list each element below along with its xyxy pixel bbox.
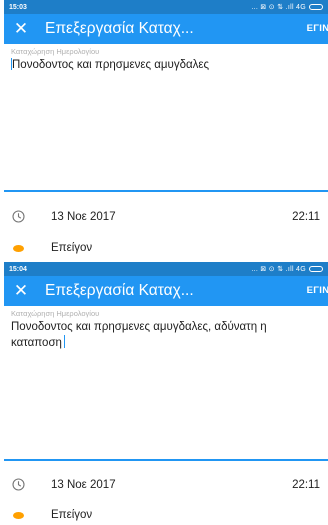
priority-label: Επείγον <box>51 242 93 254</box>
date-time-row: 13 Νοε 2017 22:11 <box>4 478 328 491</box>
entry-input[interactable]: Πονοδοντος και πρησμενες αμυγδαλες, αδύν… <box>4 318 328 351</box>
app-bar: ✕ Επεξεργασία Καταχ... ΕΓΙΝΕ <box>4 276 328 306</box>
status-time: 15:04 <box>9 265 27 273</box>
priority-row[interactable]: Επείγον <box>4 509 328 521</box>
app-bar: ✕ Επεξεργασία Καταχ... ΕΓΙΝΕ <box>4 14 328 44</box>
done-button[interactable]: ΕΓΙΝΕ <box>307 14 328 44</box>
clock-icon <box>4 478 32 491</box>
close-icon[interactable]: ✕ <box>4 276 38 306</box>
entry-field-label: Καταχώρηση Ημερολογίου <box>11 309 100 318</box>
clock-icon <box>4 210 32 223</box>
edit-form: Καταχώρηση Ημερολογίου Πονοδοντος και πρ… <box>4 306 328 525</box>
done-button[interactable]: ΕΓΙΝΕ <box>307 276 328 306</box>
status-indicator-icons: ... ⊠ ⊙ ⇅ .ıll 4G <box>251 4 306 11</box>
text-cursor <box>63 335 66 348</box>
edit-form: Καταχώρηση Ημερολογίου Πονοδοντος και πρ… <box>4 44 328 262</box>
page-title: Επεξεργασία Καταχ... <box>45 20 194 37</box>
entry-input[interactable]: Πονοδοντος και πρησμενες αμυγδαλες <box>4 56 328 73</box>
status-icons: ... ⊠ ⊙ ⇅ .ıll 4G <box>251 3 323 11</box>
screenshot-frame-1: 15:03 ... ⊠ ⊙ ⇅ .ıll 4G ✕ Επεξεργασία Κα… <box>4 0 328 262</box>
priority-dot-icon <box>4 511 32 519</box>
status-indicator-icons: ... ⊠ ⊙ ⇅ .ıll 4G <box>251 266 306 273</box>
date-picker[interactable]: 13 Νοε 2017 <box>51 479 292 491</box>
page-title: Επεξεργασία Καταχ... <box>45 282 194 299</box>
priority-row[interactable]: Επείγον <box>4 242 328 254</box>
priority-dot-icon <box>4 244 32 252</box>
entry-field-label: Καταχώρηση Ημερολογίου <box>11 47 100 56</box>
status-icons: ... ⊠ ⊙ ⇅ .ıll 4G <box>251 265 323 273</box>
status-bar: 15:04 ... ⊠ ⊙ ⇅ .ıll 4G <box>4 262 328 276</box>
entry-text: Πονοδοντος και πρησμενες αμυγδαλες <box>12 59 210 71</box>
status-time: 15:03 <box>9 3 27 11</box>
date-time-row: 13 Νοε 2017 22:11 <box>4 210 328 223</box>
priority-label: Επείγον <box>51 509 93 521</box>
screenshot-frame-2: 15:04 ... ⊠ ⊙ ⇅ .ıll 4G ✕ Επεξεργασία Κα… <box>4 262 328 525</box>
entry-input-underline <box>4 190 328 192</box>
entry-input-underline <box>4 459 328 461</box>
time-picker[interactable]: 22:11 <box>292 479 320 491</box>
entry-text: Πονοδοντος και πρησμενες αμυγδαλες, αδύν… <box>11 321 267 349</box>
date-picker[interactable]: 13 Νοε 2017 <box>51 211 292 223</box>
battery-icon <box>309 266 323 272</box>
status-bar: 15:03 ... ⊠ ⊙ ⇅ .ıll 4G <box>4 0 328 14</box>
battery-icon <box>309 4 323 10</box>
time-picker[interactable]: 22:11 <box>292 211 320 223</box>
close-icon[interactable]: ✕ <box>4 14 38 44</box>
